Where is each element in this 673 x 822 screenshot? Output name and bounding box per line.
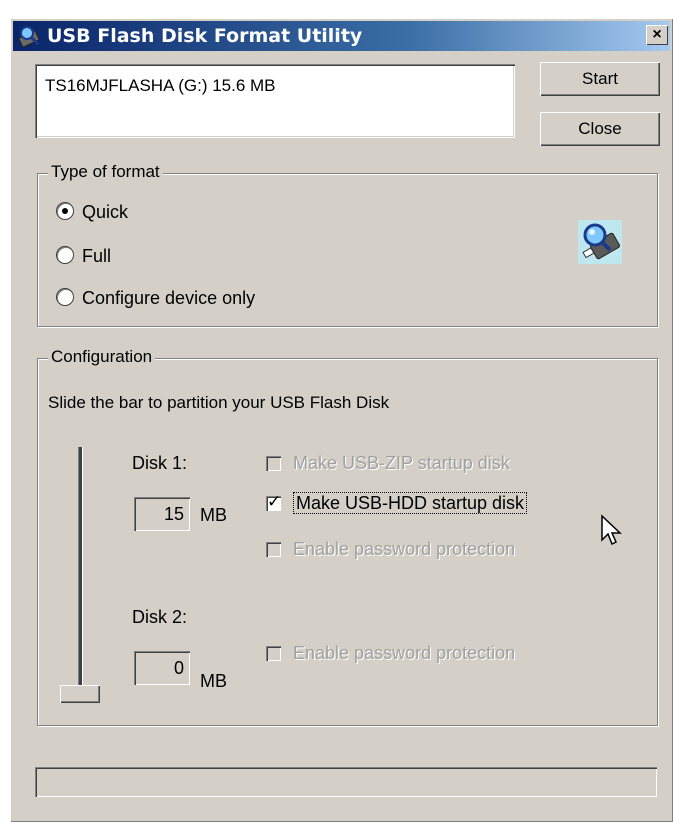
- close-button[interactable]: Close: [540, 112, 660, 146]
- partition-slider-track[interactable]: [78, 447, 83, 699]
- disk1-unit: MB: [200, 505, 227, 525]
- checkmark-icon: ✓: [267, 492, 282, 511]
- radio-configure-indicator[interactable]: [56, 288, 74, 306]
- format-type-label: Type of format: [48, 162, 163, 182]
- radio-selected-dot: [62, 208, 68, 214]
- disk1-label: Disk 1:: [132, 453, 188, 473]
- title-bar[interactable]: USB Flash Disk Format Utility ×: [13, 21, 670, 51]
- configuration-group: Configuration Slide the bar to partition…: [37, 347, 658, 726]
- usb-hdd-checkbox[interactable]: ✓: [266, 492, 281, 511]
- disk1-password-label: Enable password protection: [293, 539, 516, 559]
- format-type-group: Type of format Quick Full Configure devi…: [37, 162, 658, 327]
- format-utility-window: USB Flash Disk Format Utility × TS16MJFL…: [10, 18, 673, 822]
- disk2-size-field: 0: [134, 651, 190, 685]
- radio-quick[interactable]: Quick: [56, 202, 128, 223]
- radio-configure-only[interactable]: Configure device only: [56, 288, 255, 309]
- radio-full[interactable]: Full: [56, 246, 111, 267]
- usb-hdd-label[interactable]: Make USB-HDD startup disk: [293, 492, 528, 514]
- radio-quick-indicator[interactable]: [56, 202, 74, 220]
- disk1-password-checkbox: [266, 542, 281, 557]
- usb-hdd-option[interactable]: ✓ Make USB-HDD startup disk: [266, 492, 528, 514]
- disk1-size-field: 15: [134, 497, 190, 531]
- radio-configure-label: Configure device only: [82, 288, 256, 308]
- radio-quick-label: Quick: [82, 202, 129, 222]
- partition-instruction: Slide the bar to partition your USB Flas…: [48, 393, 390, 412]
- disk2-unit: MB: [200, 671, 227, 691]
- usb-magnifier-icon: [578, 220, 622, 264]
- partition-slider-thumb[interactable]: [60, 685, 100, 703]
- device-list-item[interactable]: TS16MJFLASHA (G:) 15.6 MB: [45, 76, 276, 96]
- disk1-password-option: Enable password protection: [266, 539, 515, 560]
- format-progress-bar: [35, 767, 657, 797]
- disk2-password-label: Enable password protection: [293, 643, 516, 663]
- start-button[interactable]: Start: [540, 62, 660, 96]
- radio-full-indicator[interactable]: [56, 246, 74, 264]
- device-list[interactable]: TS16MJFLASHA (G:) 15.6 MB: [35, 64, 515, 138]
- title-close-button[interactable]: ×: [646, 25, 668, 45]
- disk2-label: Disk 2:: [132, 607, 188, 627]
- usb-zip-option: Make USB-ZIP startup disk: [266, 453, 510, 474]
- window-title: USB Flash Disk Format Utility: [47, 25, 363, 47]
- usb-zip-checkbox: [266, 456, 281, 471]
- usb-zip-label: Make USB-ZIP startup disk: [293, 453, 510, 473]
- disk2-password-checkbox: [266, 646, 281, 661]
- radio-full-label: Full: [82, 246, 112, 266]
- configuration-label: Configuration: [48, 347, 156, 367]
- disk2-password-option: Enable password protection: [266, 643, 515, 664]
- app-icon: [18, 26, 40, 48]
- mouse-pointer-icon: [601, 514, 622, 546]
